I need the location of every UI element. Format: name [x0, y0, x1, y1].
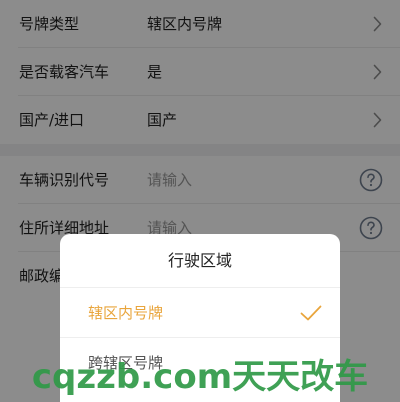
option-label: 辖区内号牌	[88, 304, 164, 322]
picker-title: 行驶区域	[60, 234, 340, 288]
watermark: cqzzb.com天天改车	[31, 357, 369, 397]
checkmark-icon	[300, 305, 322, 321]
picker-option-local[interactable]: 辖区内号牌	[60, 288, 340, 338]
